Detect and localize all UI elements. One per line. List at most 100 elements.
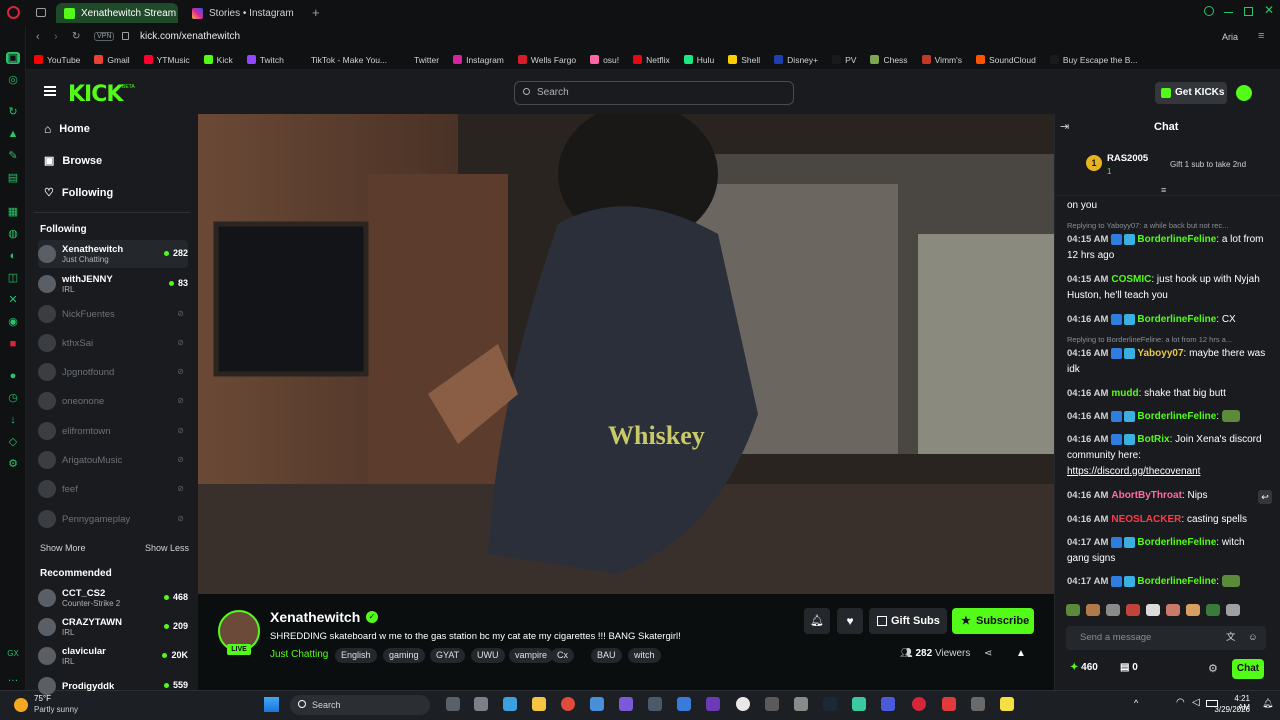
hamburger-menu-icon[interactable]	[44, 86, 56, 96]
following-channel[interactable]: withJENNY IRL 83	[38, 270, 188, 298]
message-username[interactable]: NEOSLACKER	[1111, 514, 1181, 525]
channel-name[interactable]: Xenathewitch	[270, 609, 360, 625]
vpn-badge[interactable]: VPN	[94, 32, 115, 41]
whatsapp-icon[interactable]: ◐	[6, 250, 20, 262]
app7-icon[interactable]	[971, 697, 985, 711]
menu-icon[interactable]: ≡	[1258, 30, 1264, 42]
translate-icon[interactable]: 文	[1226, 626, 1236, 650]
stream-tag[interactable]: Cx	[551, 648, 574, 663]
following-channel[interactable]: NickFuentes ⊘	[38, 300, 188, 328]
bookmark-item[interactable]: Netflix	[633, 55, 670, 65]
bookmark-item[interactable]: Twitch	[246, 55, 284, 65]
chrome-icon[interactable]	[561, 697, 575, 711]
tab-instagram[interactable]: Stories • Instagram	[184, 3, 308, 23]
stream-tag[interactable]: UWU	[471, 648, 505, 663]
app5-icon[interactable]	[881, 697, 895, 711]
chat-message[interactable]: 04:15 AM COSMIC: just hook up with Nyjah …	[1067, 272, 1267, 304]
chat-message[interactable]: 04:16 AM BorderlineFeline: CX	[1067, 312, 1267, 328]
following-channel[interactable]: ArigatouMusic ⊘	[38, 446, 188, 474]
bookmark-item[interactable]: Vimm's	[921, 55, 962, 65]
report-icon[interactable]: ▲	[1016, 648, 1026, 659]
emoji-icon[interactable]: ☺	[1248, 626, 1258, 650]
gift-subs-button[interactable]: Gift Subs	[869, 608, 947, 634]
message-username[interactable]: BorderlineFeline	[1137, 234, 1216, 245]
chat-input[interactable]: Send a message 文 ☺	[1066, 626, 1266, 650]
instagram-icon[interactable]: ◫	[6, 272, 20, 284]
pen-icon[interactable]: ✎	[6, 150, 20, 162]
bookmark-item[interactable]: PV	[832, 55, 856, 65]
recommended-channel[interactable]: clavicular IRL 20K	[38, 642, 188, 670]
emote-icon[interactable]	[1166, 604, 1180, 616]
gift-promo[interactable]: Gift 1 sub to take 2nd	[1170, 160, 1246, 169]
minimize-button[interactable]	[1224, 12, 1233, 13]
photos-icon[interactable]	[677, 697, 691, 711]
stream-tag[interactable]: English	[335, 648, 377, 663]
user-avatar[interactable]	[1236, 85, 1252, 101]
emote-icon[interactable]	[1226, 604, 1240, 616]
message-username[interactable]: AbortByThroat	[1111, 490, 1182, 501]
following-channel[interactable]: Xenathewitch Just Chatting 282	[38, 240, 188, 268]
following-channel[interactable]: elifromtown ⊘	[38, 417, 188, 445]
reload-icon[interactable]: ↻	[72, 31, 80, 42]
x-icon[interactable]: ✕	[6, 294, 20, 306]
chat-message[interactable]: 04:16 AM Yaboyy07: maybe there was idk	[1067, 346, 1267, 378]
discord-icon[interactable]: ◉	[6, 316, 20, 328]
emote-icon[interactable]	[1146, 604, 1160, 616]
app3-icon[interactable]	[794, 697, 808, 711]
nav-browse[interactable]: ▣ Browse	[44, 154, 102, 168]
chat-message[interactable]: 04:17 AM BorderlineFeline: witch gang sig…	[1067, 535, 1267, 567]
bag-icon[interactable]: ▲	[6, 128, 20, 140]
bookmark-item[interactable]: Kick	[203, 55, 233, 65]
following-channel[interactable]: Jpgnotfound ⊘	[38, 358, 188, 386]
clock-icon[interactable]: ◷	[6, 392, 20, 404]
gifter-name[interactable]: RAS2005	[1107, 153, 1148, 164]
chat-message[interactable]: 04:16 AM AbortByThroat: Nips	[1067, 488, 1267, 504]
points-display[interactable]: ✦ 460	[1070, 662, 1098, 673]
bookmark-item[interactable]: Hulu	[683, 55, 714, 65]
emote-icon[interactable]	[1126, 604, 1140, 616]
bookmark-item[interactable]: Instagram	[453, 55, 504, 65]
bookmark-item[interactable]: YouTube	[34, 55, 80, 65]
following-channel[interactable]: oneonone ⊘	[38, 387, 188, 415]
bookmark-item[interactable]: Buy Escape the B...	[1049, 55, 1137, 65]
bookmark-item[interactable]: YTMusic	[143, 55, 190, 65]
stream-tag[interactable]: gaming	[383, 648, 425, 663]
message-username[interactable]: BotRix	[1137, 434, 1169, 445]
search-tabs-icon[interactable]	[1204, 6, 1214, 16]
sidebar-ext-icon[interactable]: ▣	[6, 52, 20, 64]
chat-send-button[interactable]: Chat	[1232, 659, 1264, 679]
chat-settings-icon[interactable]: ⚙	[1208, 662, 1218, 675]
pin-menu-icon[interactable]: ≡	[1161, 185, 1166, 195]
bookmark-item[interactable]: TikTok - Make You...	[297, 55, 387, 65]
message-username[interactable]: BorderlineFeline	[1137, 537, 1216, 548]
more-icon[interactable]: …	[6, 672, 20, 684]
opera-gx-icon[interactable]	[912, 697, 926, 711]
stream-tag[interactable]: witch	[628, 648, 661, 663]
chat-message[interactable]: 04:17 AM BorderlineFeline:	[1067, 574, 1267, 590]
weather-icon[interactable]	[14, 698, 28, 712]
message-username[interactable]: BorderlineFeline	[1137, 576, 1216, 587]
stream-tag[interactable]: BAU	[591, 648, 622, 663]
vs-icon[interactable]	[706, 697, 720, 711]
steam-icon[interactable]	[823, 697, 837, 711]
bookmark-item[interactable]: SoundCloud	[976, 55, 1036, 65]
follow-button[interactable]: ♥	[837, 608, 863, 634]
emote-icon[interactable]	[1066, 604, 1080, 616]
category-link[interactable]: Just Chatting	[270, 649, 328, 660]
task-view-icon[interactable]	[446, 697, 460, 711]
messenger-icon[interactable]: ◍	[6, 228, 20, 240]
reply-arrow-icon[interactable]: ↩	[1258, 490, 1272, 504]
notification-icon[interactable]: 🔔︎	[1262, 698, 1273, 709]
app6-icon[interactable]	[942, 697, 956, 711]
new-tab-button[interactable]: +	[312, 5, 320, 20]
back-icon[interactable]: ‹	[36, 31, 40, 43]
share-icon[interactable]: ⋖	[984, 648, 992, 659]
download-icon[interactable]: ↓	[6, 414, 20, 426]
bookmark-item[interactable]: Wells Fargo	[517, 55, 576, 65]
kick-logo[interactable]: KICK	[68, 82, 123, 107]
notification-bell-button[interactable]: 🔔︎	[804, 608, 830, 634]
gx-icon[interactable]: GX	[6, 648, 20, 660]
nav-following[interactable]: ♡ Following	[44, 186, 113, 200]
recommended-channel[interactable]: Prodigyddk 559	[38, 672, 188, 700]
maximize-button[interactable]	[1244, 7, 1253, 16]
